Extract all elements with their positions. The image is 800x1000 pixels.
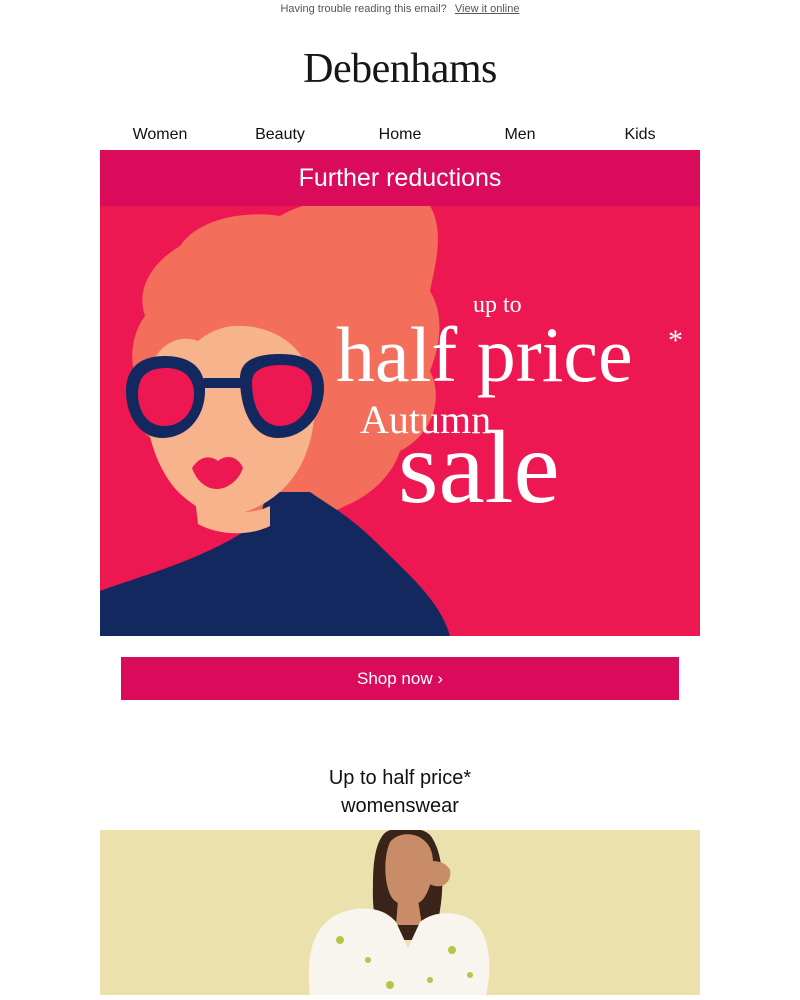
promo-heading: Further reductions <box>100 150 700 206</box>
main-nav: Women Beauty Home Men Kids <box>100 121 700 149</box>
hero-half-price: half price <box>336 311 633 398</box>
nav-item-men[interactable]: Men <box>460 121 580 149</box>
preheader: Having trouble reading this email? View … <box>0 0 800 23</box>
hero-sale: sale <box>398 410 560 525</box>
womenswear-image[interactable] <box>100 830 700 995</box>
preheader-text: Having trouble reading this email? <box>280 3 447 15</box>
model-neck <box>396 900 422 925</box>
brand-logo[interactable]: Debenhams <box>0 45 800 93</box>
hero-asterisk: * <box>668 324 683 357</box>
section-title-line1: Up to half price* <box>328 767 472 789</box>
nav-item-home[interactable]: Home <box>340 121 460 149</box>
nav-item-kids[interactable]: Kids <box>580 121 700 149</box>
view-online-link[interactable]: View it online <box>455 3 520 15</box>
section-title-line2: womenswear <box>341 795 459 817</box>
nav-item-women[interactable]: Women <box>100 121 220 149</box>
shop-now-button[interactable]: Shop now › <box>121 657 679 700</box>
section-title: Up to half price* womenswear <box>0 764 800 820</box>
model-illustration <box>308 830 490 995</box>
hero-banner[interactable]: up to half price * Autumn sale <box>100 206 700 636</box>
nav-item-beauty[interactable]: Beauty <box>220 121 340 149</box>
